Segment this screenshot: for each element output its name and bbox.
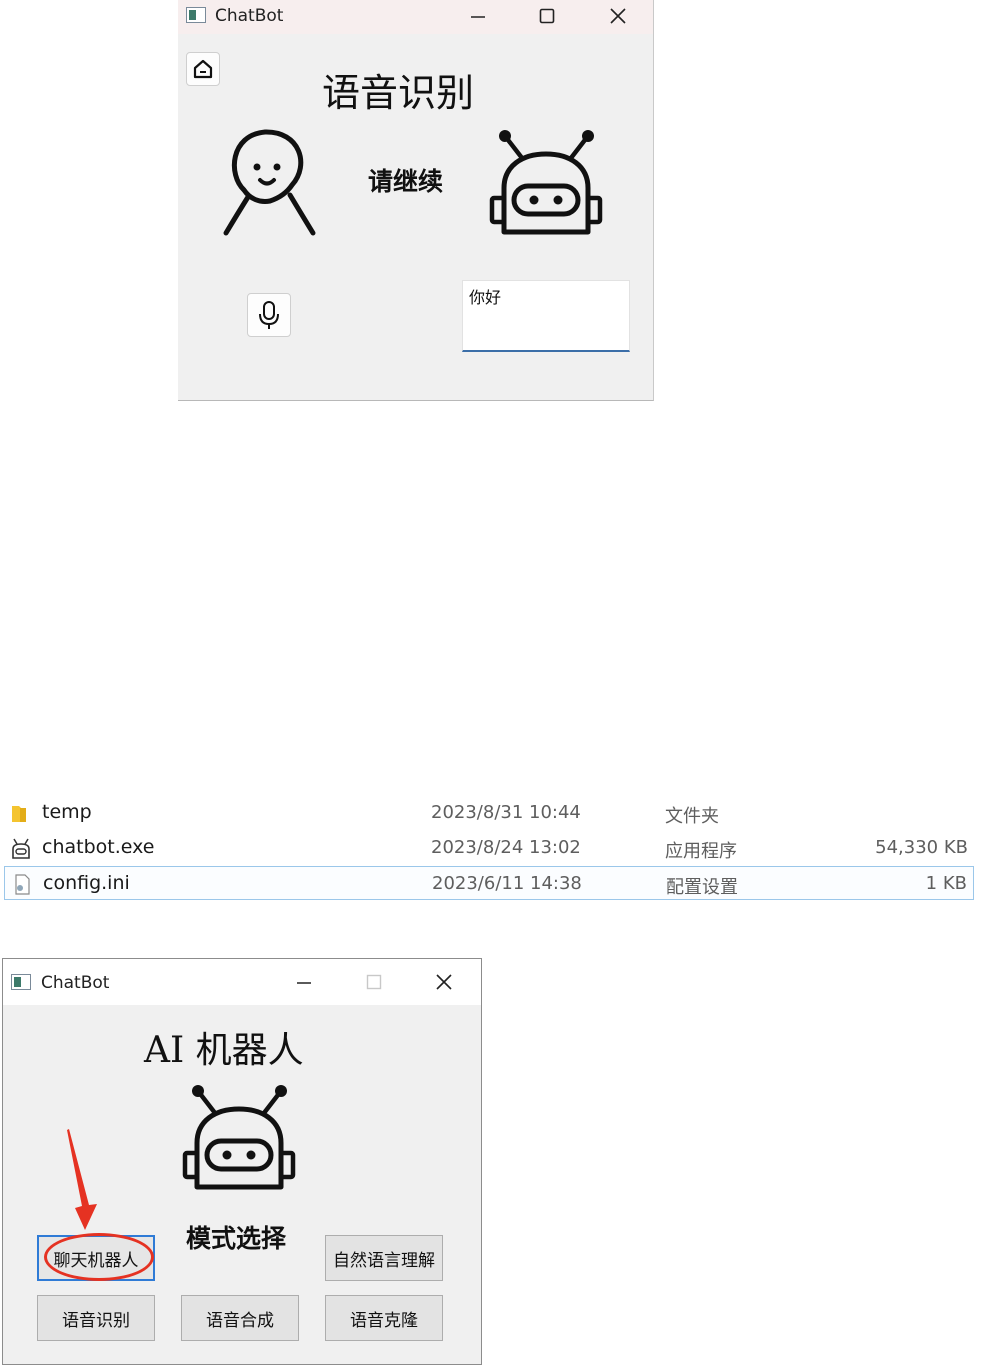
mode-select-label: 模式选择 [186, 1224, 287, 1253]
maximize-icon[interactable] [527, 1, 567, 31]
page-title: AI 机器人 [144, 1030, 304, 1071]
chatbot-window-speech-recognition: ChatBot 语音识别 请继续 你好 [178, 0, 654, 401]
home-button[interactable] [186, 52, 220, 86]
speech-recognition-mode-button[interactable]: 语音识别 [37, 1295, 155, 1341]
window-title: ChatBot [215, 6, 284, 26]
window-title: ChatBot [41, 973, 110, 993]
microphone-icon [259, 301, 279, 329]
title-bar[interactable]: ChatBot [178, 0, 653, 34]
robot-icon [489, 130, 603, 235]
maximize-icon [354, 967, 394, 997]
file-type: 文件夹 [665, 806, 719, 827]
folder-icon [12, 806, 26, 822]
file-date: 2023/6/11 14:38 [432, 873, 582, 894]
app-icon [11, 974, 31, 990]
config-file-icon [15, 874, 30, 895]
close-icon[interactable] [598, 1, 638, 31]
file-size: 54,330 KB [875, 837, 968, 858]
page-title: 语音识别 [322, 71, 475, 115]
file-name: temp [42, 801, 92, 823]
robot-app-icon [12, 838, 30, 859]
file-row-temp[interactable]: temp 2023/8/31 10:44 文件夹 [4, 796, 974, 830]
title-bar[interactable]: ChatBot [3, 959, 481, 1005]
file-row-chatbot-exe[interactable]: chatbot.exe 2023/8/24 13:02 应用程序 54,330 … [4, 831, 974, 865]
nlu-mode-button[interactable]: 自然语言理解 [325, 1235, 443, 1281]
file-row-config-ini[interactable]: config.ini 2023/6/11 14:38 配置设置 1 KB [4, 866, 974, 900]
voice-clone-mode-button[interactable]: 语音克隆 [325, 1295, 443, 1341]
user-avatar-icon [223, 129, 316, 236]
speech-synthesis-mode-button[interactable]: 语音合成 [181, 1295, 299, 1341]
file-type: 应用程序 [665, 841, 737, 862]
annotation-arrow-icon [67, 1129, 97, 1230]
recognized-text-field[interactable]: 你好 [462, 280, 630, 352]
file-size: 1 KB [925, 873, 967, 894]
robot-icon [182, 1085, 296, 1190]
app-icon [186, 7, 206, 23]
status-label: 请继续 [368, 167, 444, 196]
home-icon [193, 59, 213, 79]
file-name: config.ini [43, 872, 130, 894]
close-icon[interactable] [424, 967, 464, 997]
file-type: 配置设置 [666, 877, 738, 898]
file-name: chatbot.exe [42, 836, 155, 858]
file-date: 2023/8/24 13:02 [431, 837, 581, 858]
file-date: 2023/8/31 10:44 [431, 802, 581, 823]
minimize-icon[interactable] [458, 1, 498, 31]
annotation-circle [44, 1233, 154, 1281]
microphone-button[interactable] [247, 293, 291, 337]
minimize-icon[interactable] [284, 967, 324, 997]
